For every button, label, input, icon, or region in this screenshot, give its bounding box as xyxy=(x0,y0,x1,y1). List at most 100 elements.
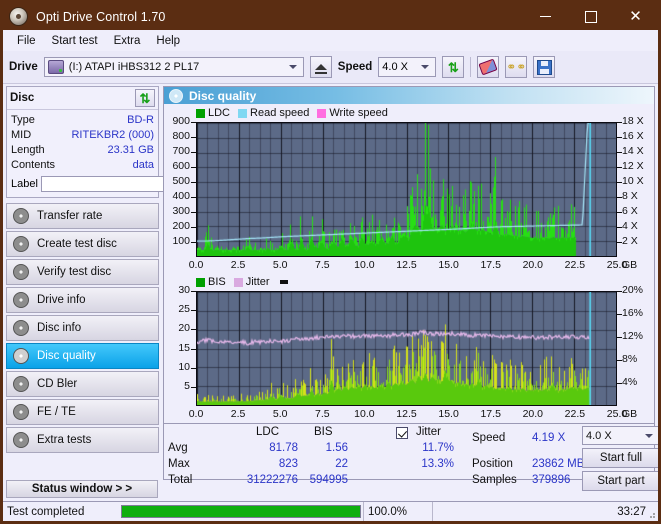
chart1-ytick: 100 xyxy=(172,235,190,247)
panel-header: Disc quality xyxy=(164,87,654,104)
sidebar: Disc ⇅ Type BD-R MID RITEKBR2 (000) Leng… xyxy=(3,84,243,480)
chart1-y2tick: 16 X xyxy=(622,130,644,142)
sidebar-item-cd-bler[interactable]: CD Bler xyxy=(6,371,159,397)
main-body: Disc ⇅ Type BD-R MID RITEKBR2 (000) Leng… xyxy=(3,84,658,491)
disc-refresh-button[interactable]: ⇅ xyxy=(135,89,155,107)
drive-label: Drive xyxy=(9,61,38,73)
stats-max-jitter: 13.3% xyxy=(421,458,454,470)
chart1-y2tick-mark xyxy=(617,212,622,213)
close-icon: ✕ xyxy=(629,7,642,25)
speed-label: Speed xyxy=(337,61,373,73)
chart1-xtick: 17.5 xyxy=(480,259,501,271)
speed-stat-label: Speed xyxy=(472,432,506,444)
disc-key: Length xyxy=(11,144,45,156)
ldc-chart[interactable]: 100 200 300 400 500 600 700 800 900 2 X 4 X 6 X 8 X 1… xyxy=(166,115,650,272)
maximize-button[interactable] xyxy=(568,3,613,30)
drive-select[interactable]: (I:) ATAPI iHBS312 2 PL17 xyxy=(43,57,304,77)
chart2-ytick-mark xyxy=(191,367,196,369)
chart1-y2tick-mark xyxy=(617,182,622,183)
disc-row-mid: MID RITEKBR2 (000) xyxy=(11,128,154,143)
chart2-ytick: 30 xyxy=(178,284,190,296)
status-message: Test completed xyxy=(7,505,85,518)
drive-select-value: (I:) ATAPI iHBS312 2 PL17 xyxy=(68,61,200,73)
eject-button[interactable] xyxy=(309,56,332,78)
window-buttons: ✕ xyxy=(523,3,658,30)
refresh-icon: ⇅ xyxy=(447,59,459,75)
sidebar-item-fe-te[interactable]: FE / TE xyxy=(6,399,159,425)
start-full-button[interactable]: Start full xyxy=(582,448,658,468)
menu-item-help[interactable]: Help xyxy=(148,33,188,49)
eject-icon xyxy=(314,64,327,74)
bis-chart[interactable]: 5 10 15 20 25 30 4% 8% 12% 16% 20% 0.0 2.5 5.0 7.5 10.0… xyxy=(166,284,650,421)
disc-panel-title: Disc xyxy=(10,92,35,104)
sidebar-item-label: Create test disc xyxy=(37,238,117,250)
panel-title: Disc quality xyxy=(189,88,257,103)
chart1-xtick: 22.5 xyxy=(564,259,586,271)
menu-item-start-test[interactable]: Start test xyxy=(44,33,106,49)
disc-panel-header: Disc ⇅ xyxy=(7,87,158,110)
disc-icon xyxy=(13,320,29,336)
chart1-xtick: 2.5 xyxy=(230,259,246,271)
stats-total-ldc: 31222276 xyxy=(246,474,298,486)
drive-icon xyxy=(47,60,64,74)
sidebar-item-verify-test-disc[interactable]: Verify test disc xyxy=(6,259,159,285)
legend-label: Read speed xyxy=(250,107,310,119)
disc-info-panel: Disc ⇅ Type BD-R MID RITEKBR2 (000) Leng… xyxy=(6,86,243,198)
chart2-ytick-mark xyxy=(191,329,196,331)
stats-avg-bis: 1.56 xyxy=(325,442,348,454)
chart2-plot-area xyxy=(196,291,617,406)
chart1-xtick: 20.0 xyxy=(522,259,544,271)
start-part-button[interactable]: Start part xyxy=(582,471,658,491)
chart2-xtick: 5.0 xyxy=(272,408,288,420)
chart2-xtick: 20.0 xyxy=(522,408,544,420)
jitter-checkbox[interactable] xyxy=(396,427,408,439)
resize-grip-icon[interactable] xyxy=(647,510,656,519)
chart2-y2tick-mark xyxy=(617,314,622,315)
sidebar-item-create-test-disc[interactable]: Create test disc xyxy=(6,231,159,257)
disc-value: RITEKBR2 (000) xyxy=(71,129,154,141)
chart1-ytick-mark xyxy=(191,122,196,123)
chart2-xtick: 7.5 xyxy=(314,408,330,420)
legend-swatch-icon xyxy=(238,108,248,118)
chart1-ytick: 800 xyxy=(172,130,190,142)
sidebar-item-disc-quality[interactable]: Disc quality xyxy=(6,343,159,369)
chart1-xtick: 12.5 xyxy=(396,259,417,271)
stats-row-label-avg: Avg xyxy=(168,442,188,454)
test-speed-select[interactable]: 4.0 X xyxy=(582,426,658,445)
sidebar-item-label: FE / TE xyxy=(37,406,76,418)
chart2-y2tick-mark xyxy=(617,360,622,361)
chart1-y2tick-mark xyxy=(617,152,622,153)
close-button[interactable]: ✕ xyxy=(613,3,658,30)
chart2-ytick: 15 xyxy=(178,341,190,354)
legend-label: BIS xyxy=(208,276,226,288)
chart2-y2tick: 8% xyxy=(622,353,638,365)
keys-button[interactable]: ⚭⚭ xyxy=(505,56,528,78)
menu-item-file[interactable]: File xyxy=(9,33,44,49)
sidebar-nav: Transfer rate Create test disc Verify te… xyxy=(6,203,159,453)
chart1-y2tick-mark xyxy=(617,122,622,123)
refresh-button[interactable]: ⇅ xyxy=(442,56,465,78)
stats-header-ldc: LDC xyxy=(256,426,280,438)
disc-icon xyxy=(13,236,29,252)
chart2-ytick: 25 xyxy=(178,303,190,316)
chart1-ytick-mark xyxy=(191,227,196,228)
disc-key: Type xyxy=(11,114,35,126)
status-window-button[interactable]: Status window > > xyxy=(6,480,158,498)
chart1-ytick: 400 xyxy=(172,190,190,202)
sidebar-item-transfer-rate[interactable]: Transfer rate xyxy=(6,203,159,229)
menu-bar: File Start test Extra Help xyxy=(3,30,658,51)
sidebar-item-drive-info[interactable]: Drive info xyxy=(6,287,159,313)
disc-quality-icon xyxy=(169,88,183,103)
chart2-y2tick: 20% xyxy=(622,284,644,296)
menu-item-extra[interactable]: Extra xyxy=(106,33,149,49)
sidebar-item-extra-tests[interactable]: Extra tests xyxy=(6,427,159,453)
sidebar-item-disc-info[interactable]: Disc info xyxy=(6,315,159,341)
legend-entry-ldc: LDC xyxy=(196,107,230,119)
speed-select[interactable]: 4.0 X xyxy=(378,57,437,77)
stats-total-bis: 594995 xyxy=(309,474,348,486)
chart2-y2tick-mark xyxy=(617,291,622,292)
save-button[interactable] xyxy=(533,56,556,78)
chart2-xtick: 0.0 xyxy=(188,408,204,420)
erase-button[interactable] xyxy=(477,56,500,78)
minimize-button[interactable] xyxy=(523,3,568,30)
